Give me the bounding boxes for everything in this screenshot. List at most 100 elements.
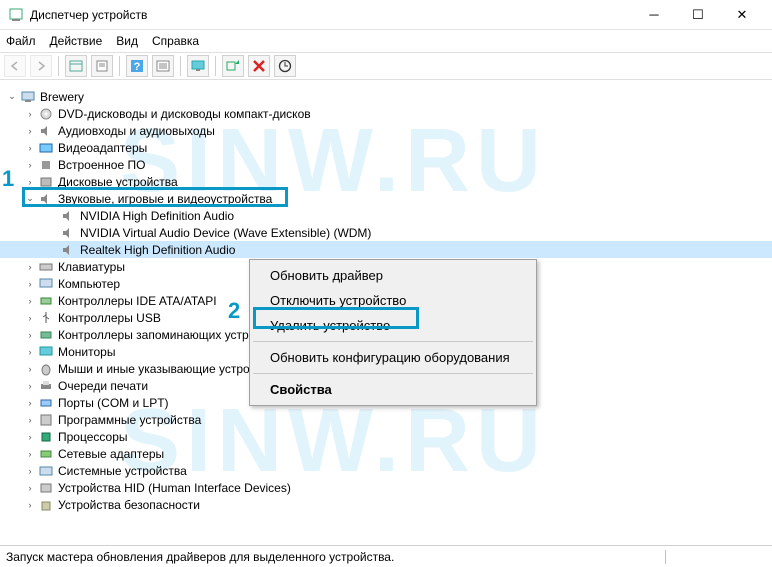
software-icon — [38, 412, 54, 428]
dev-nvidia-hd-label: NVIDIA High Definition Audio — [80, 209, 234, 223]
toolbar-sep3 — [180, 56, 181, 76]
scan-hardware-button[interactable] — [222, 55, 244, 77]
chevron-right-icon[interactable]: › — [24, 295, 36, 307]
chevron-right-icon[interactable]: › — [24, 380, 36, 392]
callout-2: 2 — [228, 298, 240, 324]
chevron-right-icon[interactable]: › — [24, 278, 36, 290]
chevron-right-icon[interactable]: › — [24, 329, 36, 341]
monitor-button[interactable] — [187, 55, 209, 77]
printer-icon — [38, 378, 54, 394]
svg-text:?: ? — [134, 61, 141, 73]
cat-ide-label: Контроллеры IDE ATA/ATAPI — [58, 294, 217, 308]
dev-realtek[interactable]: Realtek High Definition Audio — [0, 241, 772, 258]
chevron-down-icon[interactable]: ⌄ — [6, 91, 18, 103]
chip-icon — [38, 157, 54, 173]
cat-computer-label: Компьютер — [58, 277, 120, 291]
dev-nvidia-virt-label: NVIDIA Virtual Audio Device (Wave Extens… — [80, 226, 371, 240]
menu-view[interactable]: Вид — [116, 34, 138, 48]
tree-root[interactable]: ⌄Brewery — [0, 88, 772, 105]
cat-system-label: Системные устройства — [58, 464, 187, 478]
dev-nvidia-hd[interactable]: NVIDIA High Definition Audio — [0, 207, 772, 224]
storage-icon — [38, 327, 54, 343]
chevron-right-icon[interactable]: › — [24, 312, 36, 324]
cat-system[interactable]: › Системные устройства — [0, 462, 772, 479]
chevron-right-icon[interactable]: › — [24, 465, 36, 477]
mouse-icon — [38, 361, 54, 377]
show-hidden-button[interactable] — [65, 55, 87, 77]
cat-cpu[interactable]: ›Процессоры — [0, 428, 772, 445]
menu-help[interactable]: Справка — [152, 34, 199, 48]
toolbar-sep — [58, 56, 59, 76]
cat-security[interactable]: › Устройства безопасности — [0, 496, 772, 513]
chevron-right-icon[interactable]: › — [24, 159, 36, 171]
cat-video-label: Видеоадаптеры — [58, 141, 147, 155]
uninstall-button[interactable] — [248, 55, 270, 77]
cat-hid[interactable]: ›Устройства HID (Human Interface Devices… — [0, 479, 772, 496]
chevron-right-icon[interactable]: › — [24, 108, 36, 120]
cat-ports-label: Порты (COM и LPT) — [58, 396, 169, 410]
ctx-rescan[interactable]: Обновить конфигурацию оборудования — [252, 345, 534, 370]
chevron-right-icon[interactable]: › — [24, 431, 36, 443]
chevron-right-icon[interactable]: › — [24, 142, 36, 154]
menu-action[interactable]: Действие — [50, 34, 103, 48]
highlight-uninstall-item — [253, 307, 419, 329]
status-text: Запуск мастера обновления драйверов для … — [6, 550, 394, 564]
cat-software[interactable]: › Программные устройства — [0, 411, 772, 428]
ctx-sep2 — [253, 373, 533, 374]
chevron-right-icon[interactable]: › — [24, 397, 36, 409]
toolbar-sep2 — [119, 56, 120, 76]
dev-nvidia-virt[interactable]: NVIDIA Virtual Audio Device (Wave Extens… — [0, 224, 772, 241]
chevron-right-icon[interactable]: › — [24, 482, 36, 494]
speaker-icon — [60, 208, 76, 224]
ctx-properties[interactable]: Свойства — [252, 377, 534, 402]
cat-firmware[interactable]: › Встроенное ПО — [0, 156, 772, 173]
speaker-icon — [60, 225, 76, 241]
details-button[interactable] — [152, 55, 174, 77]
help-button[interactable]: ? — [126, 55, 148, 77]
cat-video[interactable]: › Видеоадаптеры — [0, 139, 772, 156]
chevron-right-icon[interactable]: › — [24, 414, 36, 426]
maximize-button[interactable]: ☐ — [676, 1, 720, 29]
chevron-right-icon[interactable]: › — [24, 261, 36, 273]
cpu-icon — [38, 429, 54, 445]
cat-keyboard-label: Клавиатуры — [58, 260, 125, 274]
keyboard-icon — [38, 259, 54, 275]
titlebar: Диспетчер устройств ─ ☐ ✕ — [0, 0, 772, 30]
chevron-right-icon[interactable]: › — [24, 176, 36, 188]
toolbar: ? — [0, 52, 772, 80]
chevron-right-icon[interactable]: › — [24, 448, 36, 460]
security-icon — [38, 497, 54, 513]
cat-software-label: Программные устройства — [58, 413, 201, 427]
minimize-button[interactable]: ─ — [632, 1, 676, 29]
cat-firmware-label: Встроенное ПО — [58, 158, 145, 172]
speaker-icon — [60, 242, 76, 258]
cat-audio-io[interactable]: ›Аудиовходы и аудиовыходы — [0, 122, 772, 139]
ctx-update-driver[interactable]: Обновить драйвер — [252, 263, 534, 288]
window-title: Диспетчер устройств — [30, 8, 632, 22]
chevron-right-icon[interactable]: › — [24, 499, 36, 511]
cat-monitor-label: Мониторы — [58, 345, 115, 359]
chevron-right-icon[interactable]: › — [24, 346, 36, 358]
close-button[interactable]: ✕ — [720, 1, 764, 29]
cat-net[interactable]: ›Сетевые адаптеры — [0, 445, 772, 462]
chevron-right-icon[interactable]: › — [24, 125, 36, 137]
status-bar: Запуск мастера обновления драйверов для … — [0, 545, 772, 567]
dev-realtek-label: Realtek High Definition Audio — [80, 243, 235, 257]
cat-mouse-label: Мыши и иные указывающие устройства — [58, 362, 281, 376]
cat-print-label: Очереди печати — [58, 379, 148, 393]
back-button[interactable] — [4, 55, 26, 77]
cat-storage-label: Контроллеры запоминающих устройств — [58, 328, 280, 342]
computer-icon — [38, 276, 54, 292]
system-icon — [38, 463, 54, 479]
properties-button[interactable] — [91, 55, 113, 77]
cat-dvd[interactable]: ›DVD-дисководы и дисководы компакт-диско… — [0, 105, 772, 122]
cat-usb-label: Контроллеры USB — [58, 311, 161, 325]
update-driver-button[interactable] — [274, 55, 296, 77]
cat-security-label: Устройства безопасности — [58, 498, 200, 512]
menu-file[interactable]: Файл — [6, 34, 36, 48]
dvd-icon — [38, 106, 54, 122]
usb-icon — [38, 310, 54, 326]
chevron-right-icon[interactable]: › — [24, 363, 36, 375]
forward-button[interactable] — [30, 55, 52, 77]
monitor-icon — [38, 344, 54, 360]
